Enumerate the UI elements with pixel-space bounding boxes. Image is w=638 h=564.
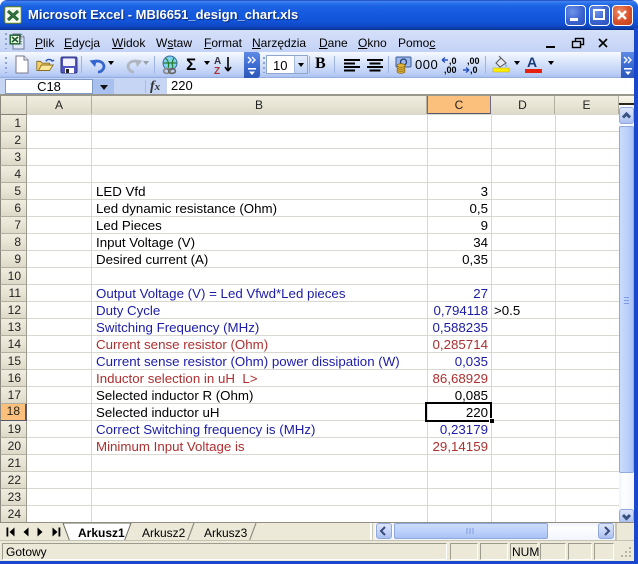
svg-text:,00: ,00 [444, 65, 457, 75]
svg-text:Z: Z [214, 66, 220, 75]
svg-text:Arkusz1: Arkusz1 [78, 526, 125, 540]
svg-text:Arkusz2: Arkusz2 [142, 526, 186, 540]
svg-text:Arkusz3: Arkusz3 [204, 526, 248, 540]
svg-text:,0: ,0 [470, 65, 478, 75]
